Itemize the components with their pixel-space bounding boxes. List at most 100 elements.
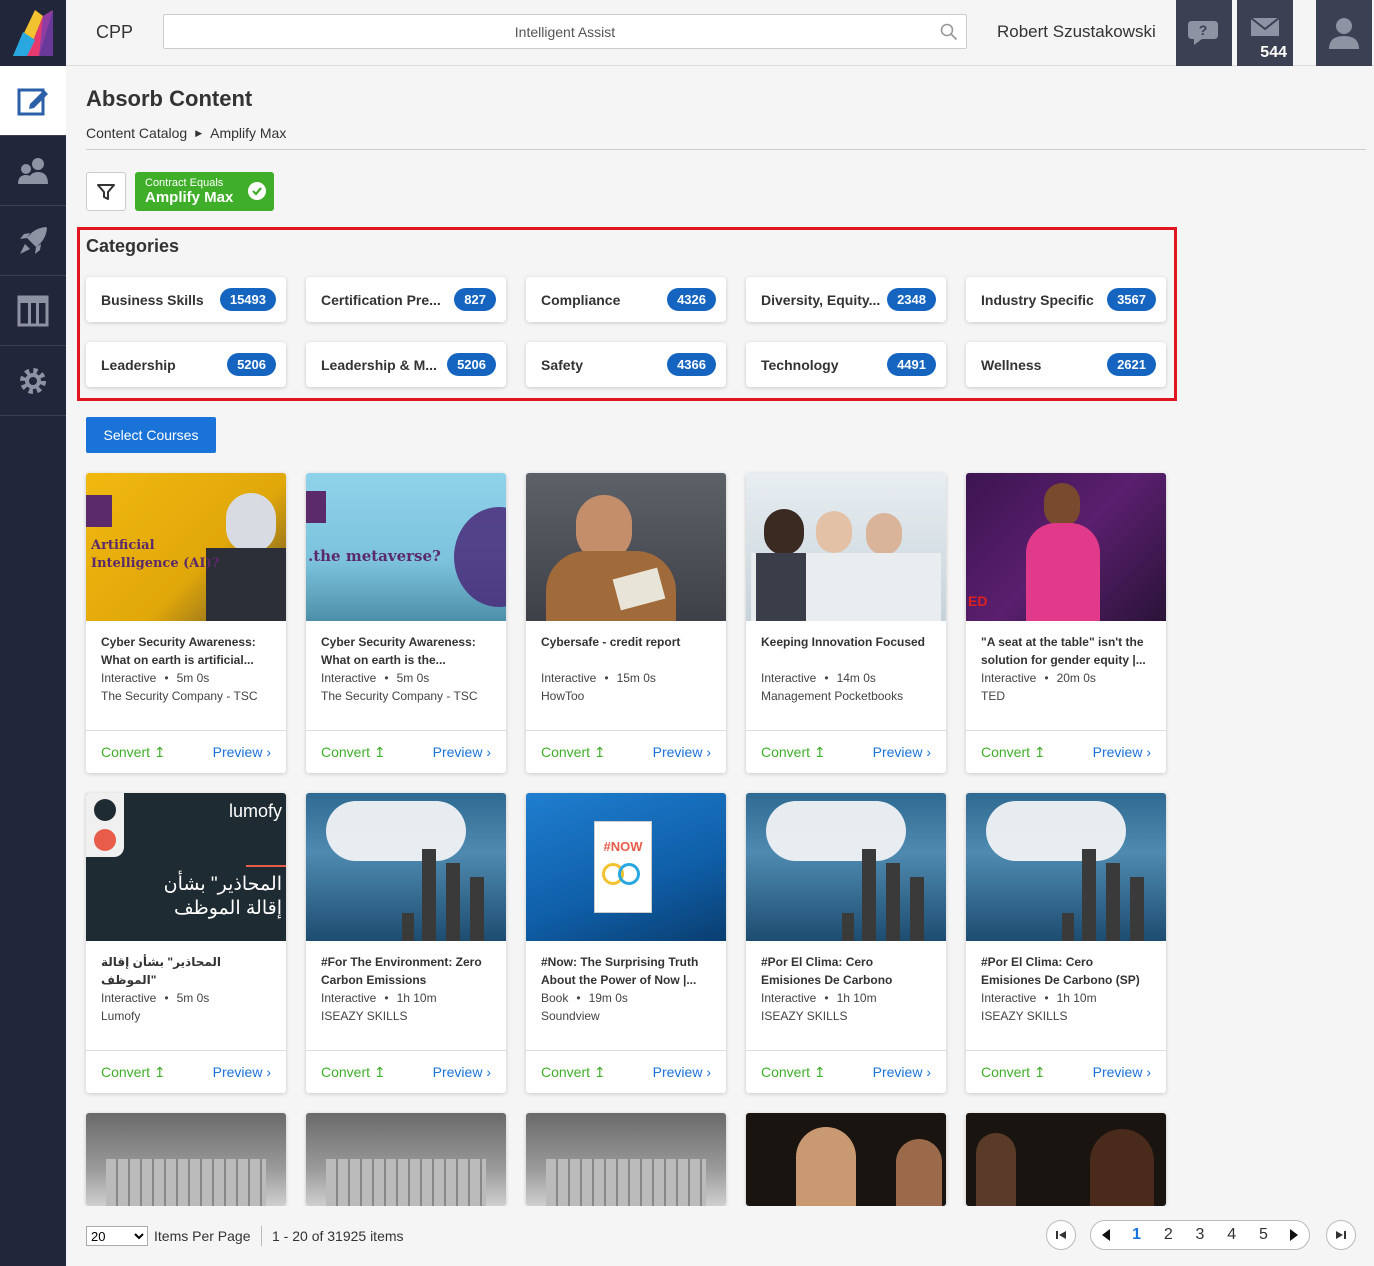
intelligent-assist-search[interactable] [163,14,967,49]
messages-button[interactable]: 544 [1237,0,1293,66]
filter-button[interactable] [86,172,126,211]
convert-link[interactable]: Convert ↥ [981,744,1046,761]
preview-link[interactable]: Preview › [1093,1064,1151,1080]
breadcrumb-content-catalog[interactable]: Content Catalog [86,125,187,141]
svg-text:?: ? [1199,22,1208,38]
course-card[interactable]: #Por El Clima: Cero Emisiones De Carbono… [966,793,1166,1093]
profile-button[interactable] [1316,0,1372,66]
category-leadership[interactable]: Leadership 5206 [86,342,286,387]
category-count-badge: 2621 [1107,353,1156,376]
course-card[interactable]: #Por El Clima: Cero Emisiones De Carbono… [746,793,946,1093]
preview-link[interactable]: Preview › [653,744,711,760]
preview-link[interactable]: Preview › [433,744,491,760]
preview-link[interactable]: Preview › [1093,744,1151,760]
upload-icon: ↥ [813,1063,826,1080]
nav-catalog[interactable] [0,276,66,346]
page-3[interactable]: 3 [1184,1226,1216,1244]
course-provider: ISEAZY SKILLS [981,1009,1068,1023]
help-button[interactable]: ? [1176,0,1232,66]
page-2[interactable]: 2 [1152,1226,1184,1244]
convert-link[interactable]: Convert ↥ [321,744,386,761]
upload-icon: ↥ [153,743,166,760]
course-meta: Book • 19m 0s [541,991,628,1005]
category-leadership-management[interactable]: Leadership & M... 5206 [306,342,506,387]
course-card[interactable] [966,1113,1166,1206]
category-certification-prep[interactable]: Certification Pre... 827 [306,277,506,322]
category-diversity-equity[interactable]: Diversity, Equity... 2348 [746,277,946,322]
category-name: Wellness [981,356,1042,373]
nav-settings[interactable] [0,346,66,416]
items-per-page-select[interactable]: 20 [86,1226,148,1246]
page-4[interactable]: 4 [1216,1226,1248,1244]
convert-link[interactable]: Convert ↥ [321,1064,386,1081]
category-business-skills[interactable]: Business Skills 15493 [86,277,286,322]
course-card[interactable] [86,1113,286,1206]
upload-icon: ↥ [813,743,826,760]
user-name[interactable]: Robert Szustakowski [997,22,1156,42]
pagination-bar: 20 Items Per Page 1 - 20 of 31925 items … [66,1206,1374,1266]
convert-link[interactable]: Convert ↥ [541,1064,606,1081]
convert-link[interactable]: Convert ↥ [101,744,166,761]
last-page-button[interactable] [1326,1220,1356,1250]
top-bar: CPP Robert Szustakowski ? 544 [66,0,1374,66]
course-card[interactable]: #For The Environment: Zero Carbon Emissi… [306,793,506,1093]
course-title: #Now: The Surprising Truth About the Pow… [541,955,699,987]
course-card[interactable]: ED "A seat at the table" isn't the solut… [966,473,1166,773]
page-5[interactable]: 5 [1248,1226,1280,1244]
course-thumbnail [746,473,946,621]
first-page-button[interactable] [1046,1220,1076,1250]
course-provider: The Security Company - TSC [101,689,258,703]
app-logo[interactable] [0,0,66,66]
items-per-page-label: Items Per Page [154,1228,251,1244]
preview-link[interactable]: Preview › [873,1064,931,1080]
course-card[interactable]: .the metaverse? Cyber Security Awareness… [306,473,506,773]
divider [261,1226,262,1246]
preview-link[interactable]: Preview › [213,744,271,760]
prev-page-button[interactable] [1091,1228,1121,1242]
category-technology[interactable]: Technology 4491 [746,342,946,387]
preview-link[interactable]: Preview › [653,1064,711,1080]
course-card[interactable] [526,1113,726,1206]
convert-link[interactable]: Convert ↥ [101,1064,166,1081]
category-compliance[interactable]: Compliance 4326 [526,277,726,322]
chevron-right-icon: › [926,1064,931,1080]
convert-link[interactable]: Convert ↥ [541,744,606,761]
search-icon[interactable] [940,23,958,41]
next-page-button[interactable] [1279,1228,1309,1242]
preview-link[interactable]: Preview › [433,1064,491,1080]
category-industry-specific[interactable]: Industry Specific 3567 [966,277,1166,322]
convert-link[interactable]: Convert ↥ [761,1064,826,1081]
course-card[interactable]: Cybersafe - credit report Interactive • 15… [526,473,726,773]
course-card[interactable]: Artificial Intelligence (AI)? Cyber Secu… [86,473,286,773]
preview-link[interactable]: Preview › [213,1064,271,1080]
course-card[interactable]: Keeping Innovation Focused Interactive • 1… [746,473,946,773]
nav-users[interactable] [0,136,66,206]
course-info: #Por El Clima: Cero Emisiones De Carbono… [746,941,946,1051]
category-safety[interactable]: Safety 4366 [526,342,726,387]
brand-label: CPP [96,22,134,42]
convert-link[interactable]: Convert ↥ [981,1064,1046,1081]
card-actions: Convert ↥ Preview › [966,1051,1166,1093]
course-card[interactable] [746,1113,946,1206]
search-input[interactable] [164,15,966,48]
nav-launch[interactable] [0,206,66,276]
card-actions: Convert ↥ Preview › [746,1051,946,1093]
page-1[interactable]: 1 [1121,1226,1153,1244]
preview-link[interactable]: Preview › [873,744,931,760]
course-provider: The Security Company - TSC [321,689,478,703]
nav-content-editor[interactable] [0,66,66,136]
select-courses-button[interactable]: Select Courses [86,417,216,453]
category-wellness[interactable]: Wellness 2621 [966,342,1166,387]
course-card[interactable]: #NOW #Now: The Surprising Truth About th… [526,793,726,1093]
course-info: #For The Environment: Zero Carbon Emissi… [306,941,506,1051]
user-icon [1329,18,1359,49]
course-thumbnail: Artificial Intelligence (AI)? [86,473,286,621]
course-card[interactable] [306,1113,506,1206]
active-filter-chip[interactable]: Contract Equals Amplify Max [135,172,274,211]
category-count-badge: 15493 [219,288,276,311]
edit-icon [17,88,48,115]
course-title: Cyber Security Awareness: What on earth … [101,635,256,667]
convert-link[interactable]: Convert ↥ [761,744,826,761]
course-card[interactable]: lumofy المحاذير" بشأن إقالة الموظف المحا… [86,793,286,1093]
filter-value: Amplify Max [145,189,234,206]
